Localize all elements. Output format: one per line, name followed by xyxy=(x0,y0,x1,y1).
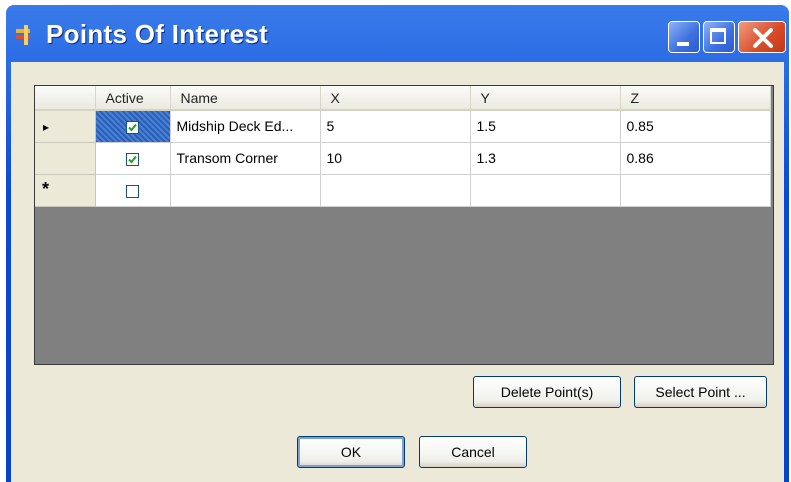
z-cell[interactable]: 0.85 xyxy=(620,110,771,143)
maximize-button[interactable] xyxy=(703,21,735,53)
name-cell[interactable]: Midship Deck Ed... xyxy=(170,110,321,143)
table-row[interactable]: Transom Corner 10 1.3 0.86 xyxy=(35,142,771,175)
active-cell[interactable] xyxy=(95,174,171,207)
delete-points-button[interactable]: Delete Point(s) xyxy=(473,376,621,408)
y-cell[interactable]: 1.5 xyxy=(470,110,621,143)
dialog-window: Points Of Interest Active Name X Y Z ▸ M… xyxy=(6,5,789,482)
column-header-y[interactable]: Y xyxy=(470,86,621,111)
x-cell[interactable]: 5 xyxy=(320,110,471,143)
active-checkbox[interactable] xyxy=(126,152,139,166)
active-cell[interactable] xyxy=(95,142,171,175)
x-cell[interactable]: 10 xyxy=(320,142,471,175)
window-title: Points Of Interest xyxy=(46,19,269,49)
column-header-active[interactable]: Active xyxy=(95,86,171,111)
close-button[interactable] xyxy=(738,21,786,53)
y-cell[interactable] xyxy=(470,174,621,207)
active-checkbox[interactable] xyxy=(126,121,139,135)
ok-button[interactable]: OK xyxy=(297,436,405,468)
z-cell[interactable] xyxy=(620,174,771,207)
column-header-z[interactable]: Z xyxy=(620,86,771,111)
y-cell[interactable]: 1.3 xyxy=(470,142,621,175)
column-header-x[interactable]: X xyxy=(320,86,471,111)
points-table: Active Name X Y Z ▸ Midship Deck Ed... 5… xyxy=(35,86,771,207)
name-cell[interactable]: Transom Corner xyxy=(170,142,321,175)
cancel-button[interactable]: Cancel xyxy=(419,436,527,468)
new-row[interactable]: * xyxy=(35,174,771,207)
close-icon xyxy=(753,28,773,48)
dialog-client-area: Active Name X Y Z ▸ Midship Deck Ed... 5… xyxy=(11,62,784,482)
grid-corner-header xyxy=(35,86,96,111)
name-cell[interactable] xyxy=(170,174,321,207)
header-row: Active Name X Y Z xyxy=(35,86,771,111)
z-cell[interactable]: 0.86 xyxy=(620,142,771,175)
checkmark-icon xyxy=(128,123,137,132)
row-header[interactable]: ▸ xyxy=(35,110,96,143)
minimize-button[interactable] xyxy=(668,21,700,53)
active-checkbox[interactable] xyxy=(126,184,139,198)
x-cell[interactable] xyxy=(320,174,471,207)
row-header[interactable]: * xyxy=(35,174,96,207)
table-row[interactable]: ▸ Midship Deck Ed... 5 1.5 0.85 xyxy=(35,110,771,143)
current-row-icon: ▸ xyxy=(43,120,50,135)
active-cell[interactable] xyxy=(95,110,171,143)
title-bar[interactable]: Points Of Interest xyxy=(6,5,789,61)
points-grid[interactable]: Active Name X Y Z ▸ Midship Deck Ed... 5… xyxy=(34,85,774,365)
column-header-name[interactable]: Name xyxy=(170,86,321,111)
app-window-icon xyxy=(16,25,30,45)
row-header[interactable] xyxy=(35,142,96,175)
new-row-icon: * xyxy=(42,179,50,199)
select-point-button[interactable]: Select Point ... xyxy=(634,376,767,408)
checkmark-icon xyxy=(128,155,137,164)
